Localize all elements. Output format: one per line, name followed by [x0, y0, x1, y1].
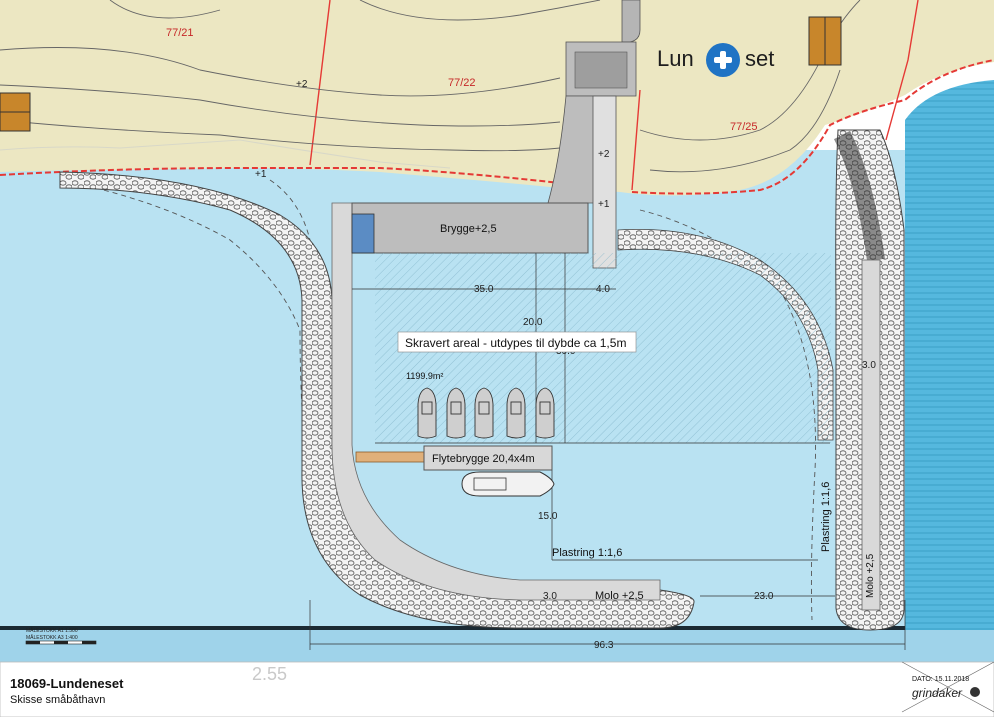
company-name: grindaker [912, 686, 963, 700]
dim-4: 4.0 [596, 284, 610, 295]
plastring-label-east: Plastring 1:1,6 [820, 482, 832, 552]
logo-text-right: set [745, 46, 775, 71]
dim-20: 20.0 [523, 317, 543, 328]
pier-label: Brygge+2,5 [440, 223, 497, 235]
gangway [355, 451, 425, 463]
road-north [621, 0, 641, 43]
deep-water-right [905, 80, 994, 630]
dim-3-east: 3.0 [862, 360, 876, 371]
scale-a1: MÅLESTOKK A1 1:500 [26, 628, 78, 634]
contour-label-1-jetty: +1 [598, 199, 610, 210]
dim-23: 23.0 [754, 591, 774, 602]
plot-number-77-22: 77/22 [448, 77, 476, 89]
contour-label-2-jetty: +2 [598, 149, 610, 160]
moored-boat [446, 387, 466, 439]
contour-label-1-west: +1 [255, 169, 267, 180]
sheet-number: 2.55 [252, 664, 288, 684]
title-block [0, 661, 994, 717]
project-subtitle: Skisse småbåthavn [10, 694, 106, 706]
dim-35: 35.0 [474, 284, 494, 295]
area-label: 1199.9m² [406, 371, 443, 381]
floating-pier-label: Flytebrygge 20,4x4m [432, 453, 535, 465]
project-title: 18069-Lundeneset [10, 676, 124, 691]
plot-number-77-25: 77/25 [730, 121, 758, 133]
contour-label-2-west: +2 [296, 79, 308, 90]
scale-bar [25, 640, 97, 645]
plastring-label-south: Plastring 1:1,6 [552, 547, 622, 559]
building-west [0, 92, 31, 132]
pier-ramp [351, 213, 375, 254]
company-logo-dot [970, 687, 980, 697]
building-east [808, 16, 842, 66]
plan-drawing: 77/21 77/22 77/25 +2 +1 +2 +1 Brygge+2,5… [0, 0, 994, 717]
logo-text-left: Lun [657, 46, 694, 71]
logo-plus-icon [706, 43, 740, 77]
site-plan: 77/21 77/22 77/25 +2 +1 +2 +1 Brygge+2,5… [0, 0, 994, 717]
dim-15: 15.0 [538, 511, 558, 522]
moored-boat [535, 387, 555, 439]
molo-label-east: Molo +2,5 [865, 553, 876, 598]
moored-boat [474, 387, 494, 439]
moored-boat [506, 387, 526, 439]
dim-96: 96.3 [594, 640, 614, 651]
scale-a3: MÅLESTOKK A3 1:400 [26, 635, 78, 641]
date-label: DATO: 15.11.2018 [912, 676, 970, 683]
dredge-label: Skravert areal - utdypes til dybde ca 1,… [405, 336, 626, 350]
plot-number-77-21: 77/21 [166, 27, 194, 39]
moored-boat [417, 387, 437, 439]
molo-label-south: Molo +2,5 [595, 590, 644, 602]
deep-water-band [0, 628, 994, 662]
dim-3-south: 3.0 [543, 591, 557, 602]
north-jetty [592, 95, 617, 269]
large-boat [461, 471, 555, 497]
